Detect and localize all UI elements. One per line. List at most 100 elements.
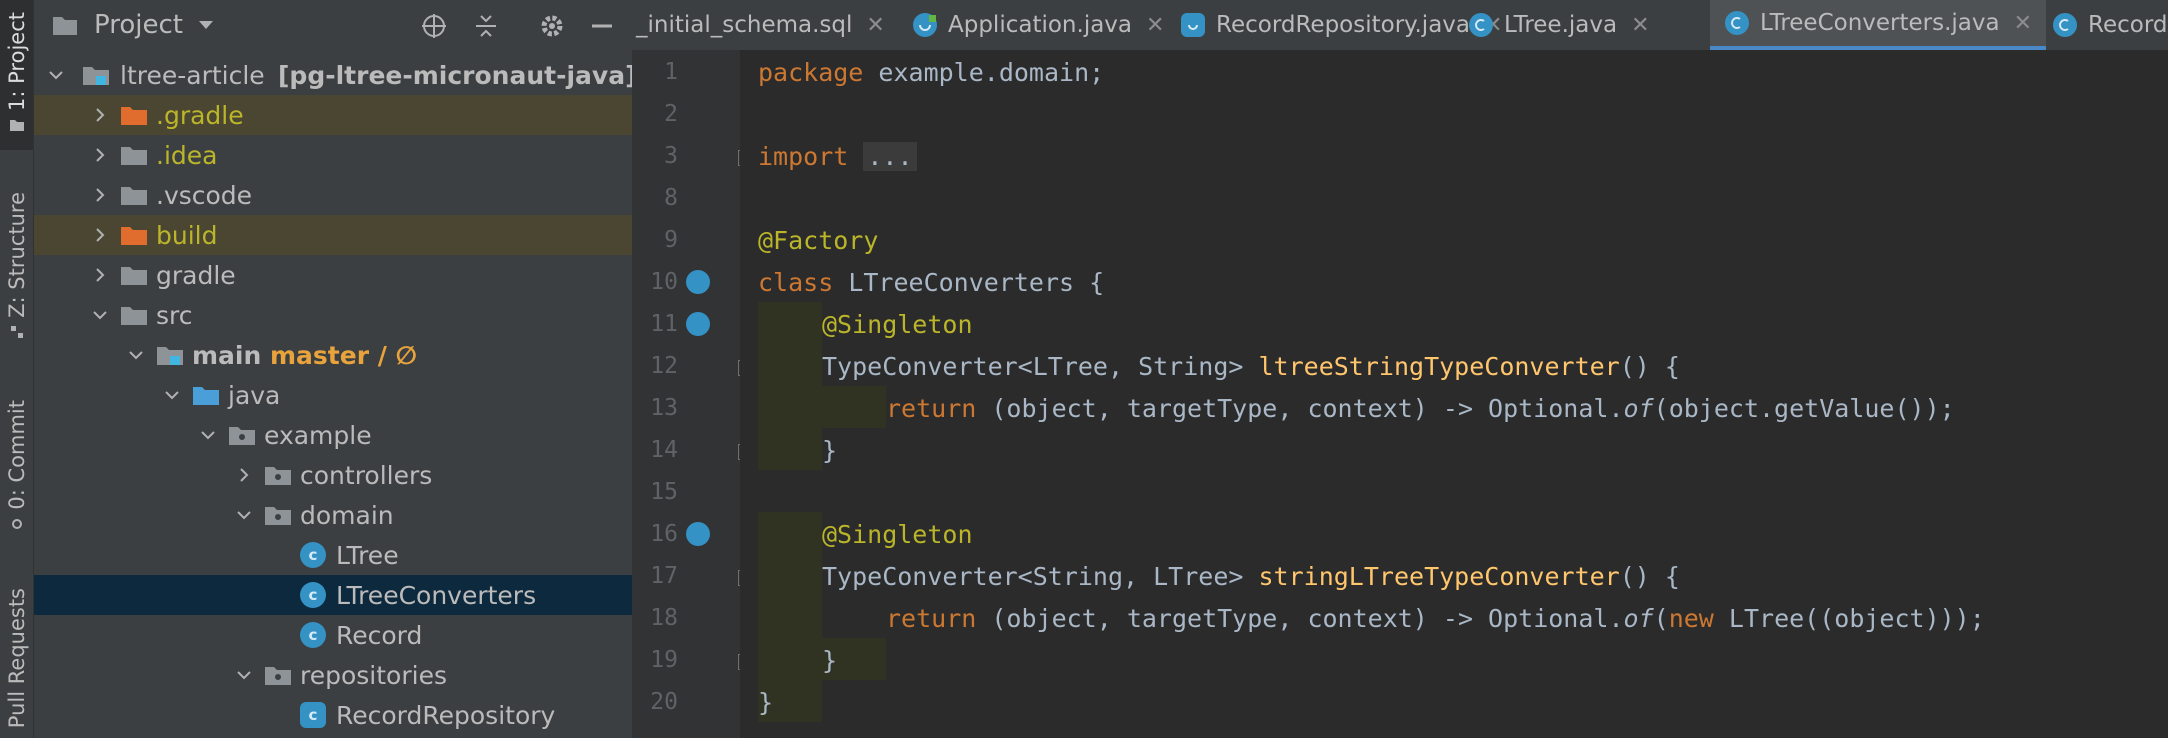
- editor-tab-record[interactable]: Record: [2052, 0, 2167, 50]
- tab-label: _initial_schema.sql: [636, 12, 853, 38]
- source-folder-icon: [193, 387, 219, 405]
- tree-item-controllers[interactable]: controllers: [34, 455, 632, 495]
- tab-commit-label: 0: Commit: [4, 400, 29, 510]
- chevron-right-icon[interactable]: [92, 147, 108, 163]
- code-line-11: @Singleton: [822, 310, 973, 339]
- line-number: 14: [650, 437, 678, 463]
- line-number: 16: [650, 521, 678, 547]
- code-line-18: return (object, targetType, context) -> …: [886, 604, 1985, 633]
- locate-icon[interactable]: [420, 12, 448, 40]
- indent-guide: [758, 302, 822, 470]
- tree-item-build[interactable]: build: [34, 215, 632, 255]
- bean-gutter-icon[interactable]: [686, 522, 710, 546]
- tree-item-ltree[interactable]: c LTree: [34, 535, 632, 575]
- tool-window-strip: 1: Project Z: Structure 0: Commit Pull R…: [0, 0, 34, 738]
- collapse-all-icon[interactable]: [472, 12, 500, 40]
- editor-tab-ltreeconverters[interactable]: LTreeConverters.java ✕: [1710, 0, 2047, 50]
- tree-label: example: [264, 420, 372, 450]
- tab-commit[interactable]: 0: Commit: [0, 400, 33, 550]
- editor-tab-recordrepository[interactable]: RecordRepository.java ✕: [1180, 0, 1502, 50]
- folded-imports[interactable]: ...: [863, 142, 917, 171]
- tab-project[interactable]: 1: Project: [0, 0, 33, 150]
- class-icon: [2053, 13, 2077, 37]
- chevron-down-icon[interactable]: [92, 307, 108, 323]
- code-line-19: }: [822, 646, 838, 675]
- tree-item-recordrepository[interactable]: c RecordRepository: [34, 695, 632, 735]
- chevron-down-icon[interactable]: [128, 347, 144, 363]
- close-icon[interactable]: ✕: [866, 13, 884, 38]
- project-panel-header: Project: [34, 0, 632, 50]
- tree-label: .idea: [156, 140, 218, 170]
- tree-item-record[interactable]: c Record: [34, 615, 632, 655]
- tree-item-idea[interactable]: .idea: [34, 135, 632, 175]
- tree-item-example[interactable]: example: [34, 415, 632, 455]
- code-line-17: TypeConverter<String, LTree> stringLTree…: [822, 562, 1680, 591]
- tab-label: LTree.java: [1504, 12, 1618, 38]
- editor-tab-initial-schema[interactable]: _initial_schema.sql ✕: [636, 0, 885, 50]
- tree-item-java[interactable]: java: [34, 375, 632, 415]
- chevron-down-icon[interactable]: [236, 507, 252, 523]
- line-number: 13: [650, 395, 678, 421]
- tab-label: Application.java: [948, 12, 1133, 38]
- chevron-right-icon[interactable]: [92, 267, 108, 283]
- interface-icon: c: [300, 702, 326, 728]
- line-number: 19: [650, 647, 678, 673]
- line-number: 18: [650, 605, 678, 631]
- folder-icon: [121, 267, 147, 285]
- tree-label: .vscode: [156, 180, 253, 210]
- chevron-down-icon[interactable]: [200, 427, 216, 443]
- minimize-icon[interactable]: [588, 12, 616, 40]
- tab-structure-label: Z: Structure: [4, 192, 29, 318]
- tree-label-extra: [pg-ltree-micronaut-java]: [278, 60, 632, 90]
- line-number: 8: [664, 185, 678, 211]
- line-number: 15: [650, 479, 678, 505]
- tab-structure[interactable]: Z: Structure: [0, 192, 33, 362]
- class-icon: c: [300, 622, 326, 648]
- editor-tab-ltree[interactable]: LTree.java ✕: [1468, 0, 1650, 50]
- tab-label: Record: [2088, 12, 2168, 38]
- folder-icon: [121, 227, 147, 245]
- chevron-down-icon[interactable]: [197, 19, 215, 31]
- tree-item-gradle-dir[interactable]: .gradle: [34, 95, 632, 135]
- close-icon[interactable]: ✕: [1146, 13, 1164, 38]
- tree-item-repositories[interactable]: repositories: [34, 655, 632, 695]
- gear-icon[interactable]: [538, 12, 566, 40]
- tab-label: RecordRepository.java: [1216, 12, 1470, 38]
- close-icon[interactable]: ✕: [1631, 13, 1649, 38]
- bean-gutter-icon[interactable]: [686, 312, 710, 336]
- code-editor[interactable]: package example.domain; import ... @Fact…: [740, 50, 2168, 738]
- chevron-right-icon[interactable]: [236, 467, 252, 483]
- tree-item-ltreeconverters[interactable]: c LTreeConverters: [34, 575, 632, 615]
- tree-item-gradle[interactable]: gradle: [34, 255, 632, 295]
- chevron-down-icon[interactable]: [164, 387, 180, 403]
- tree-item-ltree-article[interactable]: ltree-article [pg-ltree-micronaut-java]: [34, 55, 632, 95]
- chevron-right-icon[interactable]: [92, 227, 108, 243]
- bean-gutter-icon[interactable]: [686, 270, 710, 294]
- tab-pull-requests[interactable]: Pull Requests: [0, 588, 33, 738]
- editor-tab-application[interactable]: Application.java ✕: [912, 0, 1164, 50]
- close-icon[interactable]: ✕: [2014, 11, 2032, 36]
- project-folder-icon: [53, 17, 77, 35]
- chevron-down-icon[interactable]: [48, 67, 64, 83]
- commit-icon: [11, 518, 22, 529]
- chevron-down-icon[interactable]: [236, 667, 252, 683]
- tree-label: src: [156, 300, 193, 330]
- tree-item-src[interactable]: src: [34, 295, 632, 335]
- folder-icon: [9, 119, 24, 131]
- chevron-right-icon[interactable]: [92, 107, 108, 123]
- folder-icon: [121, 307, 147, 325]
- class-icon: c: [300, 582, 326, 608]
- tree-item-vscode[interactable]: .vscode: [34, 175, 632, 215]
- package-icon: [265, 507, 291, 525]
- line-number: 11: [650, 311, 678, 337]
- tree-item-domain[interactable]: domain: [34, 495, 632, 535]
- chevron-right-icon[interactable]: [92, 187, 108, 203]
- line-number: 3: [664, 143, 678, 169]
- code-line-14: }: [822, 436, 838, 465]
- class-icon: [1469, 13, 1493, 37]
- tree-label: build: [156, 220, 218, 250]
- tree-item-main[interactable]: main master / ∅: [34, 335, 632, 375]
- code-line-10: class LTreeConverters {: [758, 268, 1105, 297]
- line-number: 2: [664, 101, 678, 127]
- editor-tab-bar: _initial_schema.sql ✕ Application.java ✕…: [632, 0, 2168, 51]
